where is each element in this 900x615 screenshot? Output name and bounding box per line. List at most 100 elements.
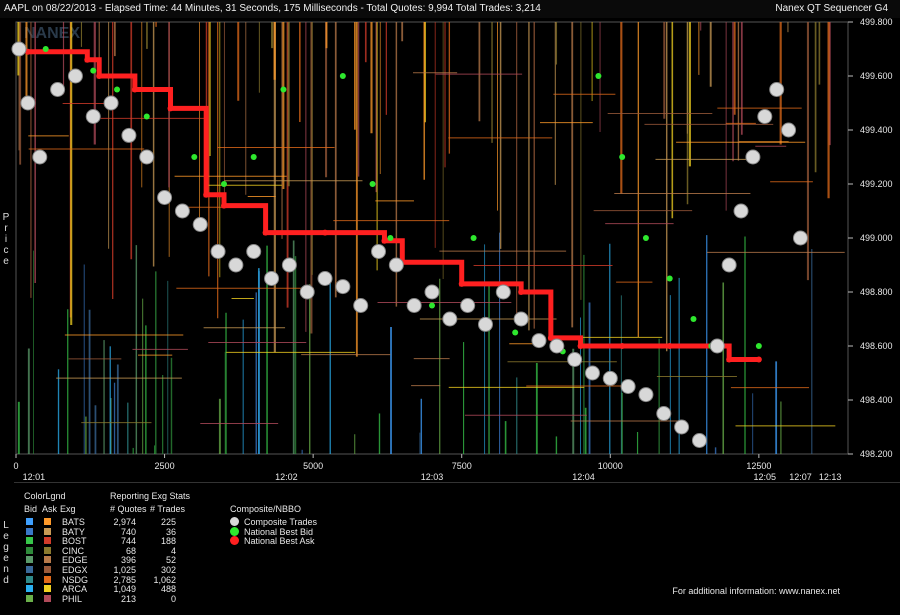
composite-trade-point	[531, 333, 547, 349]
ask-swatch	[44, 566, 51, 573]
nbbo-bid-point	[191, 154, 198, 160]
nbbo-bid-point	[512, 329, 519, 336]
exchange-trades: 188	[160, 536, 176, 547]
composite-trade-point	[424, 284, 440, 300]
x-tick-label: 12500	[746, 461, 771, 471]
composite-trade-point	[792, 230, 808, 246]
exchange-name: ARCA	[62, 584, 88, 595]
nbbo-bid-point	[42, 46, 49, 52]
composite-trade-point	[620, 379, 636, 394]
exchange-name: BATS	[62, 517, 85, 527]
composite-trade-point	[513, 311, 529, 327]
exchange-quotes: 744	[120, 536, 136, 547]
composite-trade-point	[67, 68, 83, 84]
ask-swatch	[44, 594, 51, 602]
nbbo-bid-point	[90, 67, 97, 74]
nbbo-bid-point	[755, 343, 762, 349]
composite-trade-point	[691, 433, 707, 448]
exchange-quotes: 2,974	[113, 517, 136, 527]
exchange-trades: 4	[170, 545, 176, 556]
composite-trade-point	[50, 82, 66, 97]
y-tick-label: 499.600	[860, 71, 893, 81]
exchange-trades: 225	[160, 517, 176, 527]
exchange-quotes: 1,049	[113, 584, 136, 595]
y-tick-label: 499.800	[860, 18, 893, 27]
composite-trade-point	[317, 271, 333, 286]
nbbo-ask-point	[666, 343, 673, 349]
composite-label: Composite Trades	[244, 517, 318, 527]
x-time-label: 12:07	[789, 472, 812, 482]
y-tick-label: 499.400	[860, 125, 893, 135]
composite-trade-point	[11, 41, 27, 57]
ask-swatch	[44, 527, 51, 535]
x-time-label: 12:03	[421, 472, 444, 482]
nbbo-ask-point	[221, 202, 227, 209]
composite-trade-point	[781, 122, 797, 138]
nbbo-bid-point	[642, 235, 649, 241]
composite-trade-point	[139, 149, 155, 165]
composite-trade-point	[656, 406, 672, 421]
composite-label: National Best Ask	[244, 536, 315, 547]
exchange-trades: 302	[160, 565, 176, 575]
exchange-quotes: 68	[125, 545, 136, 556]
nbbo-ask-point	[131, 86, 138, 93]
composite-trade-point	[477, 316, 493, 332]
composite-trade-point	[757, 109, 773, 124]
exchange-trades: 36	[165, 526, 176, 537]
nbbo-ask-point	[203, 191, 210, 198]
composite-trade-point	[264, 271, 280, 286]
composite-label: National Best Bid	[244, 526, 314, 537]
exchange-name: NSDG	[62, 574, 89, 585]
composite-trade-point	[210, 244, 226, 259]
nbbo-bid-point	[595, 73, 602, 79]
bid-swatch	[26, 546, 33, 554]
legend-bid-header: Bid	[24, 504, 38, 514]
composite-trade-point	[745, 149, 761, 165]
ask-swatch	[44, 585, 51, 593]
exchange-trades: 52	[165, 555, 176, 566]
composite-trade-point	[174, 203, 190, 219]
x-tick-label: 5000	[303, 461, 323, 471]
nbbo-ask-point	[518, 289, 525, 295]
composite-trade-point	[353, 298, 369, 313]
composite-trade-point	[228, 257, 244, 273]
exchange-quotes: 396	[120, 555, 136, 566]
nbbo-ask-point	[726, 356, 733, 363]
composite-trade-point	[246, 244, 262, 259]
composite-trade-point	[567, 352, 583, 367]
bid-swatch	[26, 518, 33, 525]
nbbo-ask-point	[619, 343, 626, 349]
legend-side-label: Legend	[3, 520, 9, 586]
x-tick-label: 10000	[598, 461, 623, 471]
composite-trade-point	[388, 257, 404, 273]
composite-trade-point	[549, 338, 565, 354]
nbbo-bid-point	[387, 235, 394, 241]
nbbo-ask-point	[96, 73, 103, 79]
y-tick-label: 498.400	[860, 395, 893, 405]
bid-swatch	[26, 575, 33, 583]
nbbo-bid-point	[619, 154, 626, 160]
x-time-label: 12:13	[819, 472, 842, 482]
composite-trade-point	[32, 149, 48, 165]
bid-swatch	[26, 527, 33, 535]
ask-swatch	[44, 518, 51, 525]
composite-trade-point	[584, 365, 600, 381]
legend-colorlgnd-header: ColorLgnd	[24, 491, 66, 501]
bid-swatch	[26, 594, 33, 602]
exchange-name: CINC	[62, 545, 84, 556]
x-tick-label: 2500	[155, 461, 175, 471]
composite-trade-point	[20, 95, 36, 111]
composite-trade-point	[638, 387, 654, 403]
y-tick-label: 499.000	[860, 233, 893, 243]
composite-trade-point	[103, 95, 119, 111]
nbbo-ask-point	[458, 280, 465, 287]
ask-swatch	[44, 575, 51, 583]
bid-swatch	[26, 585, 33, 593]
composite-trade-point	[460, 298, 476, 313]
composite-trade-point	[602, 370, 618, 386]
footer-info: For additional information: www.nanex.ne…	[672, 586, 840, 596]
x-time-label: 12:01	[23, 472, 46, 482]
ask-swatch	[44, 537, 51, 545]
nbbo-ask-point	[84, 56, 91, 63]
composite-trade-point	[442, 311, 458, 327]
